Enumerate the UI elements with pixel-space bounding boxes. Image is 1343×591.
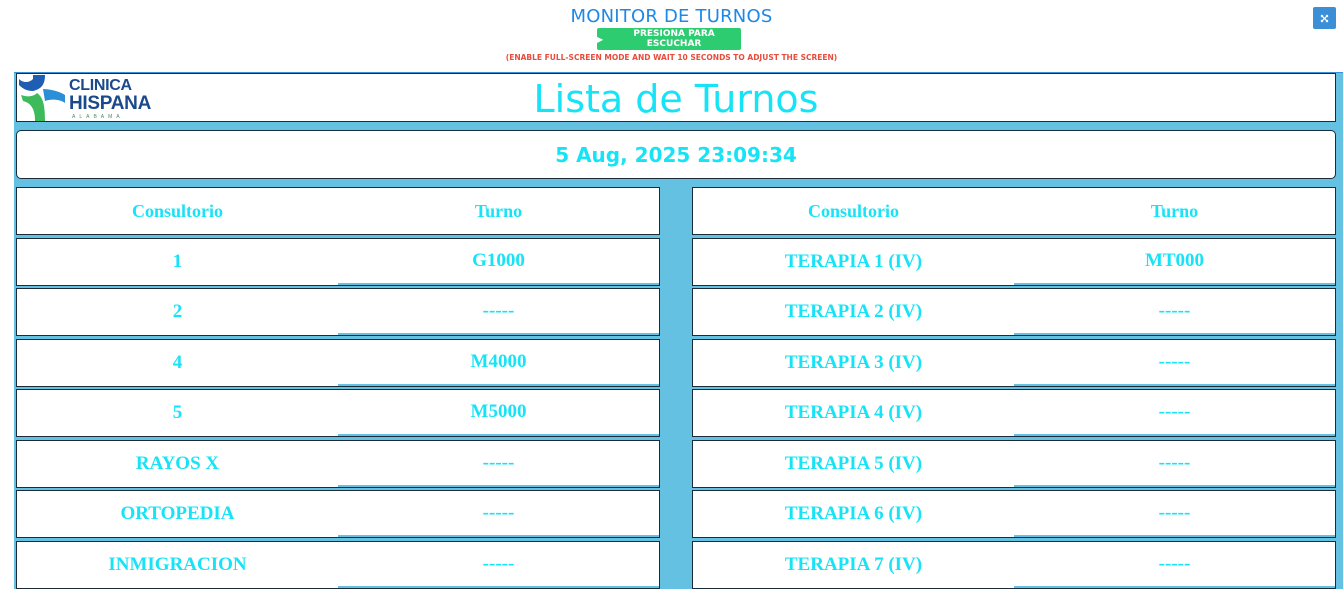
play-icon: ▶ [597, 34, 604, 44]
table-row: TERAPIA 3 (IV) ----- [692, 338, 1336, 387]
ticket-cell: G1000 [338, 239, 659, 285]
room-cell: TERAPIA 2 (IV) [784, 301, 923, 322]
ticket-cell: ----- [338, 289, 659, 335]
room-cell: INMIGRACION [108, 553, 247, 575]
current-datetime: 5 Aug, 2025 23:09:34 [555, 142, 797, 167]
table-row: TERAPIA 1 (IV) MT000 [692, 237, 1336, 286]
table-row: ORTOPEDIA ----- [16, 490, 660, 538]
table-row: RAYOS X ----- [16, 439, 660, 488]
room-cell: ORTOPEDIA [120, 503, 235, 524]
table-row: TERAPIA 5 (IV) ----- [692, 439, 1336, 488]
ticket-cell: M5000 [338, 390, 659, 436]
table-row: TERAPIA 2 (IV) ----- [692, 288, 1336, 336]
ticket-cell: ----- [1014, 491, 1335, 537]
room-cell: TERAPIA 4 (IV) [784, 402, 923, 423]
room-cell: 5 [172, 402, 183, 423]
table-row: 5 M5000 [16, 389, 660, 437]
ticket-cell: ----- [338, 441, 659, 487]
table-row: TERAPIA 7 (IV) ----- [692, 540, 1336, 589]
room-cell: 1 [172, 250, 183, 272]
fullscreen-button[interactable] [1313, 7, 1336, 29]
room-cell: RAYOS X [135, 452, 220, 474]
room-cell: 2 [172, 301, 183, 322]
ticket-cell: M4000 [338, 340, 659, 386]
monitor-title: MONITOR DE TURNOS [570, 6, 773, 27]
fullscreen-hint: (ENABLE FULL-SCREEN MODE AND WAIT 10 SEC… [505, 53, 838, 62]
table-row: 1 G1000 [16, 237, 660, 286]
room-cell: 4 [172, 351, 183, 373]
column-header-ticket: Turno [474, 200, 523, 221]
table-header-row: Consultorio Turno [16, 187, 660, 235]
room-cell: TERAPIA 6 (IV) [784, 503, 923, 524]
table-header-row: Consultorio Turno [692, 187, 1336, 235]
ticket-cell: ----- [1014, 542, 1335, 588]
turns-panel: CLINICA HISPANA ALABAMA Lista de Turnos … [14, 72, 1343, 589]
ticket-cell: ----- [338, 542, 659, 588]
ticket-cell: ----- [1014, 390, 1335, 436]
room-cell: TERAPIA 5 (IV) [784, 452, 923, 474]
table-row: TERAPIA 6 (IV) ----- [692, 490, 1336, 538]
ticket-cell: ----- [338, 491, 659, 537]
ticket-cell: ----- [1014, 289, 1335, 335]
left-turns-table: Consultorio Turno 1 G1000 2 ----- 4 M400… [16, 187, 660, 591]
datetime-box: 5 Aug, 2025 23:09:34 [16, 130, 1336, 179]
ticket-cell: ----- [1014, 441, 1335, 487]
listen-button[interactable]: ▶ PRESIONA PARA ESCUCHAR [597, 28, 741, 50]
column-header-room: Consultorio [131, 200, 223, 221]
table-row: TERAPIA 4 (IV) ----- [692, 389, 1336, 437]
table-row: 2 ----- [16, 288, 660, 336]
table-row: 4 M4000 [16, 338, 660, 387]
ticket-cell: MT000 [1014, 239, 1335, 285]
top-bar: MONITOR DE TURNOS ▶ PRESIONA PARA ESCUCH… [0, 0, 1343, 72]
room-cell: TERAPIA 7 (IV) [784, 553, 923, 575]
header-box: CLINICA HISPANA ALABAMA Lista de Turnos [16, 73, 1336, 122]
column-header-ticket: Turno [1150, 200, 1199, 221]
room-cell: TERAPIA 3 (IV) [784, 351, 923, 373]
right-turns-table: Consultorio Turno TERAPIA 1 (IV) MT000 T… [692, 187, 1336, 591]
column-header-room: Consultorio [807, 200, 899, 221]
room-cell: TERAPIA 1 (IV) [784, 250, 923, 272]
expand-icon [1320, 14, 1329, 22]
listen-button-label: PRESIONA PARA ESCUCHAR [633, 29, 715, 49]
ticket-cell: ----- [1014, 340, 1335, 386]
table-row: INMIGRACION ----- [16, 540, 660, 589]
page-title: Lista de Turnos [533, 77, 819, 121]
